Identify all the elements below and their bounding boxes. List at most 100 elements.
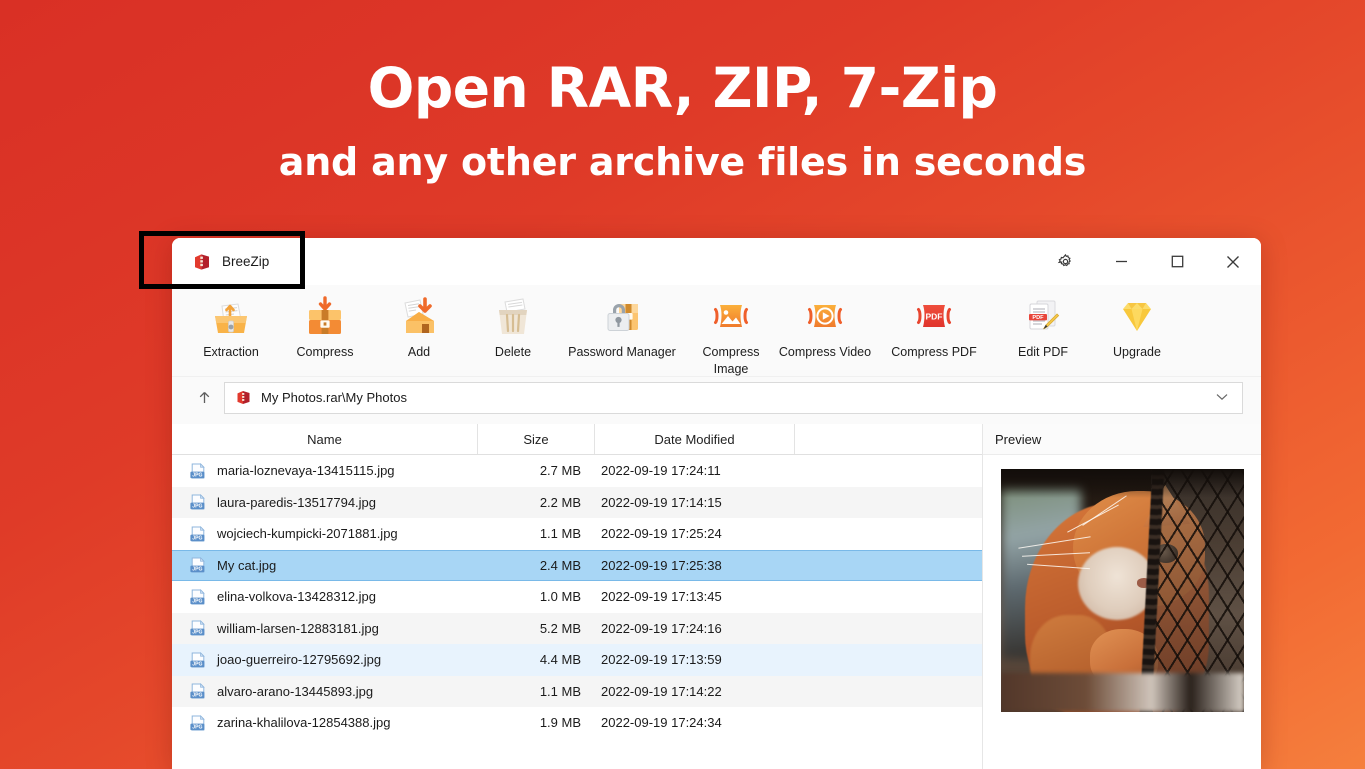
svg-text:JPG: JPG: [192, 567, 202, 573]
toolbar-button-add[interactable]: Add: [372, 291, 466, 361]
address-bar-row: My Photos.rar\My Photos: [172, 377, 1261, 424]
table-row[interactable]: JPG My cat.jpg 2.4 MB 2022-09-19 17:25:38: [172, 549, 982, 581]
file-name-text: laura-paredis-13517794.jpg: [217, 494, 377, 510]
breezip-window: BreeZip Extraction Compress Add Delete P…: [172, 238, 1261, 769]
password-lock-icon: [599, 294, 645, 340]
preview-body: [983, 455, 1261, 769]
title-bar: BreeZip: [172, 238, 1261, 285]
file-name-cell: JPG maria-loznevaya-13415115.jpg: [172, 461, 478, 481]
window-controls: [1037, 238, 1261, 285]
file-date-cell: 2022-09-19 17:24:16: [601, 620, 722, 636]
toolbar-label: Extraction: [203, 345, 259, 359]
maximize-button[interactable]: [1149, 238, 1205, 285]
table-row[interactable]: JPG zarina-khalilova-12854388.jpg 1.9 MB 2…: [172, 707, 982, 739]
jpg-file-icon: JPG: [188, 555, 208, 575]
address-input[interactable]: My Photos.rar\My Photos: [224, 381, 1243, 414]
file-date-cell: 2022-09-19 17:25:24: [601, 526, 722, 542]
arrow-up-icon[interactable]: [190, 383, 218, 413]
jpg-file-icon: JPG: [188, 461, 208, 481]
file-size-cell: 1.1 MB: [539, 683, 581, 699]
upgrade-diamond-icon: [1114, 294, 1160, 340]
svg-text:JPG: JPG: [192, 598, 202, 604]
toolbar-button-extraction[interactable]: Extraction: [184, 291, 278, 361]
toolbar-button-upgrade[interactable]: Upgrade: [1090, 291, 1184, 361]
toolbar-label: Upgrade: [1113, 345, 1161, 359]
main-toolbar: Extraction Compress Add Delete Password …: [172, 285, 1261, 377]
table-row[interactable]: JPG elina-volkova-13428312.jpg 1.0 MB 2022…: [172, 581, 982, 613]
svg-text:JPG: JPG: [192, 535, 202, 541]
file-rows: JPG maria-loznevaya-13415115.jpg 2.7 MB 20…: [172, 455, 982, 769]
file-date-cell: 2022-09-19 17:14:15: [601, 494, 722, 510]
toolbar-label: Compress: [296, 345, 354, 359]
file-name-cell: JPG My cat.jpg: [172, 555, 478, 575]
svg-text:JPG: JPG: [192, 693, 202, 699]
extraction-icon: [208, 294, 254, 340]
column-header-blank[interactable]: [795, 424, 982, 454]
file-date-cell: 2022-09-19 17:13:59: [601, 652, 722, 668]
file-size-cell: 2.2 MB: [539, 494, 581, 510]
toolbar-button-compress-image[interactable]: Compress Image: [684, 291, 778, 378]
file-name-text: elina-volkova-13428312.jpg: [217, 589, 377, 605]
file-size-cell: 1.1 MB: [539, 526, 581, 542]
close-button[interactable]: [1205, 238, 1261, 285]
toolbar-button-compress[interactable]: Compress: [278, 291, 372, 361]
breezip-logo-icon: [192, 252, 212, 272]
file-name-text: maria-loznevaya-13415115.jpg: [217, 463, 395, 479]
svg-text:PDF: PDF: [926, 312, 943, 322]
address-path-text: My Photos.rar\My Photos: [261, 390, 407, 405]
rar-archive-icon: [235, 389, 252, 406]
svg-text:JPG: JPG: [192, 504, 202, 510]
chevron-down-icon[interactable]: [1216, 392, 1232, 404]
table-row[interactable]: JPG wojciech-kumpicki-2071881.jpg 1.1 MB 2…: [172, 518, 982, 550]
svg-text:JPG: JPG: [192, 724, 202, 730]
svg-text:JPG: JPG: [192, 661, 202, 667]
compress-video-icon: [802, 294, 848, 340]
column-headers: Name Size Date Modified: [172, 424, 982, 455]
column-header-name[interactable]: Name: [172, 424, 478, 454]
toolbar-button-compress-video[interactable]: Compress Video: [778, 291, 872, 361]
toolbar-button-compress-pdf[interactable]: PDF Compress PDF: [872, 291, 996, 361]
toolbar-button-password-manager[interactable]: Password Manager: [560, 291, 684, 361]
promo-subtitle: and any other archive files in seconds: [278, 139, 1087, 184]
file-name-cell: JPG alvaro-arano-13445893.jpg: [172, 681, 478, 701]
table-row[interactable]: JPG william-larsen-12883181.jpg 5.2 MB 202…: [172, 612, 982, 644]
file-size-cell: 4.4 MB: [539, 652, 581, 668]
table-row[interactable]: JPG maria-loznevaya-13415115.jpg 2.7 MB 20…: [172, 455, 982, 487]
jpg-file-icon: JPG: [188, 681, 208, 701]
window-body: Name Size Date Modified JPG maria-loznev…: [172, 424, 1261, 769]
table-row[interactable]: JPG alvaro-arano-13445893.jpg 1.1 MB 2022-…: [172, 675, 982, 707]
svg-text:PDF: PDF: [1032, 315, 1044, 321]
table-row[interactable]: JPG joao-guerreiro-12795692.jpg 4.4 MB 202…: [172, 644, 982, 676]
table-row[interactable]: JPG laura-paredis-13517794.jpg 2.2 MB 2022…: [172, 486, 982, 518]
file-name-text: alvaro-arano-13445893.jpg: [217, 683, 374, 699]
promo-title: Open RAR, ZIP, 7-Zip: [367, 56, 998, 120]
file-name-text: william-larsen-12883181.jpg: [217, 620, 379, 636]
column-header-size[interactable]: Size: [478, 424, 595, 454]
file-size-cell: 2.4 MB: [539, 557, 581, 573]
file-name-cell: JPG joao-guerreiro-12795692.jpg: [172, 650, 478, 670]
jpg-file-icon: JPG: [188, 650, 208, 670]
promo-text-block: Open RAR, ZIP, 7-Zip and any other archi…: [0, 0, 1365, 184]
jpg-file-icon: JPG: [188, 713, 208, 733]
delete-trash-icon: [490, 294, 536, 340]
toolbar-button-delete[interactable]: Delete: [466, 291, 560, 361]
toolbar-label: Compress Video: [778, 345, 872, 359]
file-date-cell: 2022-09-19 17:24:34: [601, 715, 722, 731]
file-date-cell: 2022-09-19 17:24:11: [601, 463, 721, 479]
compress-pdf-icon: PDF: [911, 294, 957, 340]
file-date-cell: 2022-09-19 17:13:45: [601, 589, 722, 605]
toolbar-button-edit-pdf[interactable]: PDF Edit PDF: [996, 291, 1090, 361]
compress-image-icon: [708, 294, 754, 340]
column-header-date-modified[interactable]: Date Modified: [595, 424, 795, 454]
file-size-cell: 2.7 MB: [539, 463, 581, 479]
file-name-cell: JPG wojciech-kumpicki-2071881.jpg: [172, 524, 478, 544]
settings-button[interactable]: [1037, 238, 1093, 285]
file-size-cell: 5.2 MB: [539, 620, 581, 636]
jpg-file-icon: JPG: [188, 618, 208, 638]
toolbar-label: Compress Image: [702, 345, 760, 376]
toolbar-label: Compress PDF: [891, 345, 977, 359]
file-name-text: wojciech-kumpicki-2071881.jpg: [217, 526, 398, 542]
file-name-cell: JPG laura-paredis-13517794.jpg: [172, 492, 478, 512]
file-name-cell: JPG elina-volkova-13428312.jpg: [172, 587, 478, 607]
minimize-button[interactable]: [1093, 238, 1149, 285]
